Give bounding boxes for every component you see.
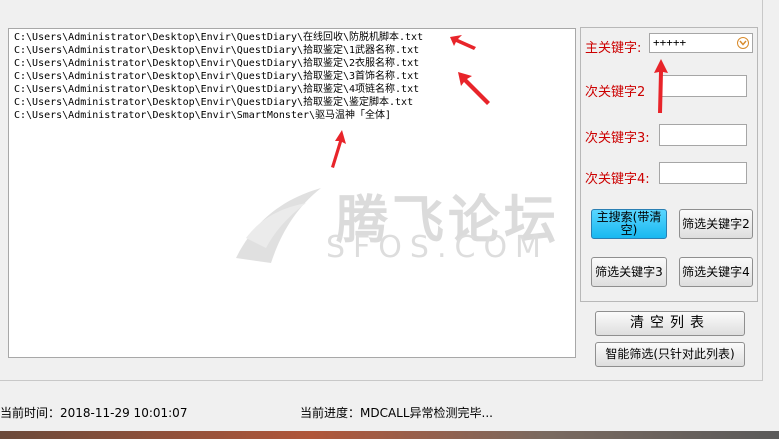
list-item[interactable]: C:\Users\Administrator\Desktop\Envir\Que…	[14, 57, 575, 70]
keyword2-label: 次关键字2	[585, 85, 646, 100]
keyword4-input[interactable]	[659, 162, 747, 184]
red-arrow-icon	[458, 72, 490, 105]
current-time: 当前时间：2018-11-29 10:01:07	[0, 406, 188, 420]
main-search-button[interactable]: 主搜索(带清空)	[591, 209, 667, 239]
current-progress: 当前进度：MDCALL异常检测完毕...	[300, 406, 493, 420]
red-arrow-icon	[654, 59, 668, 113]
list-item[interactable]: C:\Users\Administrator\Desktop\Envir\Que…	[14, 31, 575, 44]
taskbar-strip	[0, 431, 779, 439]
main-search-label: 主搜索(带清空)	[596, 210, 662, 237]
chevron-down-icon[interactable]	[737, 37, 749, 49]
filter-keyword3-label: 筛选关键字3	[595, 264, 663, 279]
filter-keyword4-label: 筛选关键字4	[682, 264, 750, 279]
red-arrow-icon	[331, 130, 346, 168]
filter-keyword2-label: 筛选关键字2	[682, 216, 750, 231]
smart-filter-button[interactable]: 智能筛选(只针对此列表)	[595, 342, 745, 367]
list-item[interactable]: C:\Users\Administrator\Desktop\Envir\Sma…	[14, 109, 575, 122]
window-frame-bottom	[0, 380, 763, 381]
clear-list-button[interactable]: 清空列表	[595, 311, 745, 336]
smart-filter-label: 智能筛选(只针对此列表)	[605, 347, 735, 361]
list-item[interactable]: C:\Users\Administrator\Desktop\Envir\Que…	[14, 44, 575, 57]
window-frame-right	[762, 0, 763, 380]
keyword4-label: 次关键字4:	[585, 172, 650, 187]
window-top	[0, 0, 779, 10]
keyword2-input[interactable]	[659, 75, 747, 97]
status-bar: 当前时间：2018-11-29 10:01:07 当前进度：MDCALL异常检测…	[0, 400, 779, 424]
keyword3-label: 次关键字3:	[585, 131, 650, 146]
keyword3-input[interactable]	[659, 124, 747, 146]
main-keyword-label: 主关键字:	[585, 41, 642, 56]
main-keyword-value: +++++	[653, 36, 687, 49]
main-keyword-combo[interactable]: +++++	[649, 33, 753, 53]
red-arrow-icon	[450, 35, 476, 50]
filter-keyword2-button[interactable]: 筛选关键字2	[679, 209, 753, 239]
filter-keyword4-button[interactable]: 筛选关键字4	[679, 257, 753, 287]
filter-keyword3-button[interactable]: 筛选关键字3	[591, 257, 667, 287]
clear-list-label: 清空列表	[630, 315, 710, 331]
